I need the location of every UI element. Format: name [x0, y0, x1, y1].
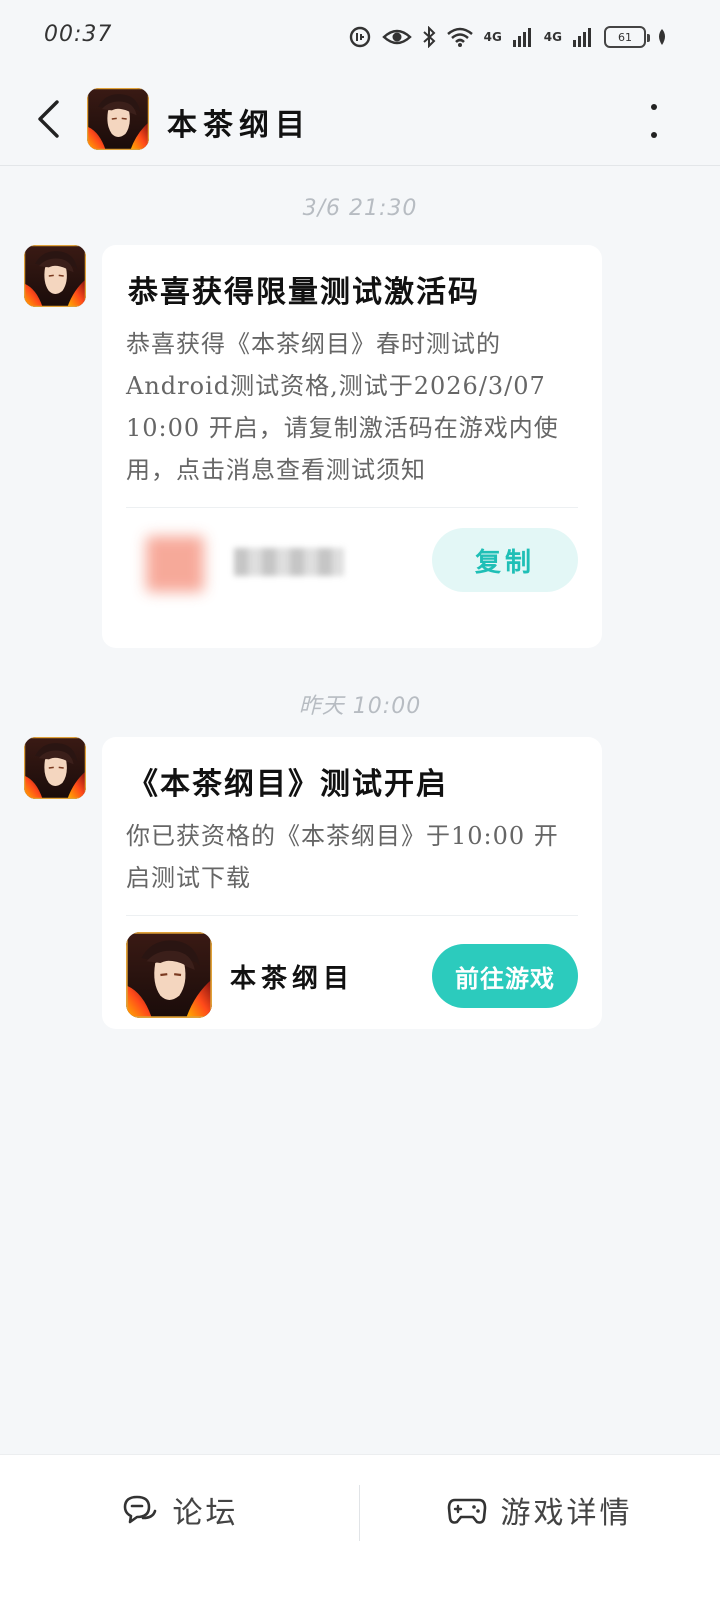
back-button[interactable]	[28, 94, 68, 144]
page-title: 本茶纲目	[167, 108, 311, 143]
tab-game-details-label: 游戏详情	[500, 1496, 633, 1531]
tab-game-details[interactable]: 游戏详情	[360, 1455, 719, 1565]
message-body: 恭喜获得《本茶纲目》春时测试的Android测试资格,测试于2026/3/07 …	[126, 330, 559, 484]
game-icon[interactable]	[126, 932, 212, 1018]
eye-icon	[381, 29, 412, 45]
battery-level: 61	[618, 30, 632, 44]
message-timestamp: 昨天 10:00	[298, 694, 422, 719]
message-timestamp: 3/6 21:30	[302, 196, 418, 221]
leaf-icon	[659, 29, 665, 45]
status-bar: 00:37 4G 4G 61	[0, 0, 720, 74]
bottom-bar: 论坛 游戏详情	[0, 1454, 720, 1602]
tab-forum-label: 论坛	[172, 1496, 239, 1531]
activation-code-blurred	[126, 522, 386, 604]
chat-header: 本茶纲目	[0, 74, 720, 166]
battery-icon: 61	[604, 26, 650, 48]
header-avatar[interactable]	[87, 88, 149, 150]
signal-icon	[573, 28, 591, 47]
tab-forum[interactable]: 论坛	[0, 1455, 359, 1565]
activation-code-row: 复制	[126, 508, 578, 618]
message-title: 恭喜获得限量测试激活码	[128, 275, 480, 310]
game-name: 本茶纲目	[230, 964, 355, 994]
sender-avatar[interactable]	[24, 245, 86, 307]
message-title: 《本茶纲目》测试开启	[128, 767, 448, 802]
signal-icon	[512, 28, 531, 47]
copy-button[interactable]: 复制	[432, 528, 578, 592]
chevron-left-icon	[38, 100, 59, 138]
go-to-game-button[interactable]: 前往游戏	[432, 944, 578, 1008]
sender-avatar[interactable]	[24, 737, 86, 799]
bluetooth-icon	[422, 26, 436, 48]
dot-icon	[651, 104, 657, 110]
status-time: 00:37	[44, 22, 113, 47]
network-label-1: 4G	[483, 30, 502, 44]
more-options-button[interactable]	[644, 104, 664, 138]
wifi-icon	[446, 27, 473, 47]
network-label-2: 4G	[543, 30, 562, 44]
message-body: 你已获资格的《本茶纲目》于10:00 开启测试下载	[126, 822, 559, 892]
status-icons: 4G 4G 61	[348, 22, 668, 52]
message-card-activation[interactable]: 恭喜获得限量测试激活码 恭喜获得《本茶纲目》春时测试的Android测试资格,测…	[102, 245, 602, 648]
dot-icon	[651, 132, 657, 138]
message-card-test-open[interactable]: 《本茶纲目》测试开启 你已获资格的《本茶纲目》于10:00 开启测试下载 本茶纲…	[102, 737, 602, 1029]
game-row: 本茶纲目 前往游戏	[126, 916, 578, 1040]
data-saver-icon	[349, 26, 370, 48]
forum-icon	[123, 1495, 156, 1524]
gamepad-icon	[447, 1498, 486, 1524]
